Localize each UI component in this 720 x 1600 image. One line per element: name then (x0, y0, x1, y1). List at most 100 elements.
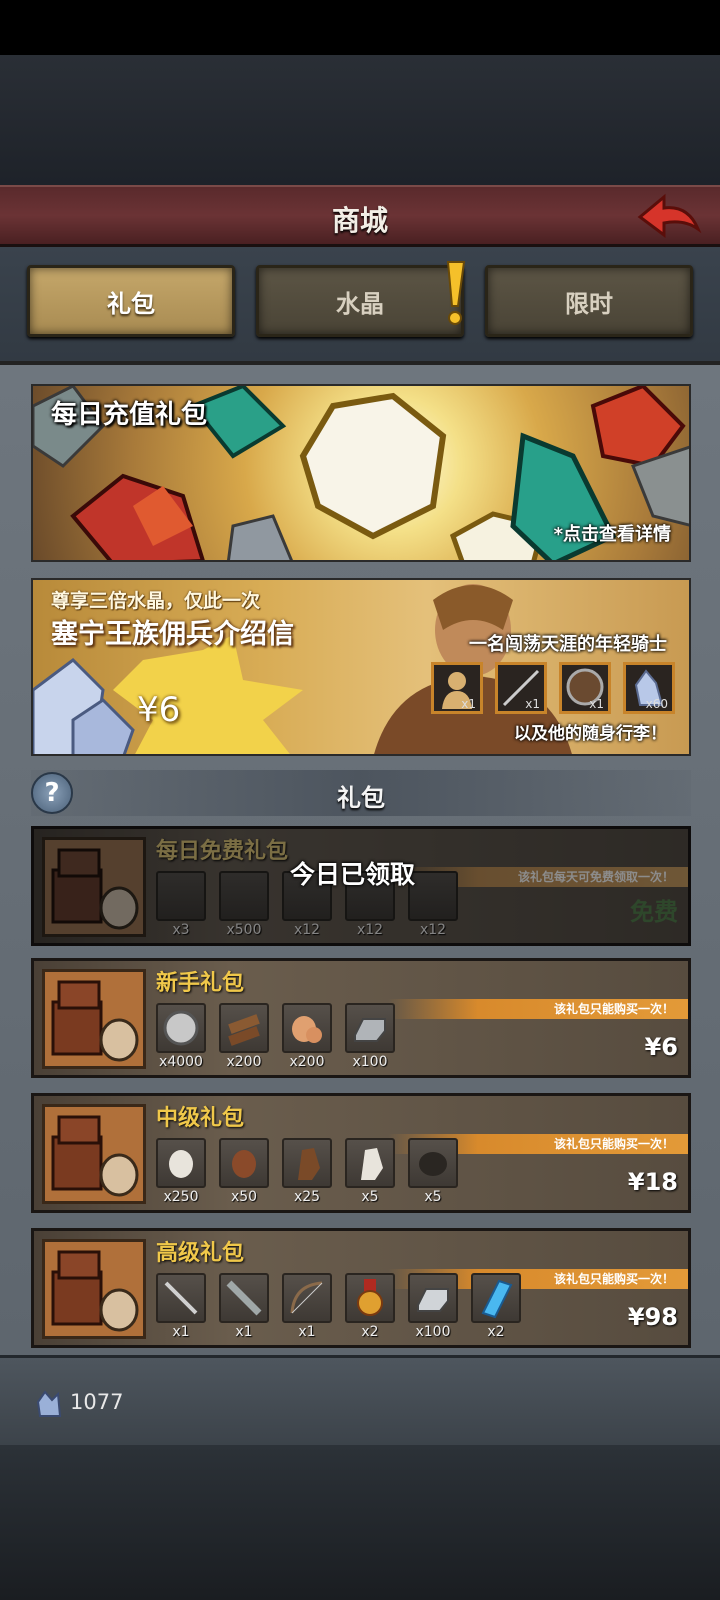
pack-price: ¥98 (627, 1303, 678, 1331)
banner-subtitle: 尊享三倍水晶，仅此一次 (51, 590, 261, 612)
item-qty: x12 (293, 922, 321, 938)
pack-name: 中级礼包 (156, 1106, 245, 1131)
item-qty: x2 (487, 1324, 505, 1340)
tab-limited[interactable]: 限时 (485, 265, 693, 337)
item-qty: x200 (289, 1054, 325, 1070)
item-qty: x100 (352, 1054, 388, 1070)
claimed-status: 今日已领取 (290, 860, 416, 889)
brown-horse-icon (282, 1138, 332, 1188)
medal-icon (345, 1273, 395, 1323)
tab-label: 限时 (565, 289, 613, 318)
currency-bar: 1077 (0, 1355, 720, 1445)
tab-label: 水晶 (336, 289, 384, 318)
silver-coin-icon (156, 1003, 206, 1053)
top-backdrop (0, 55, 720, 185)
pack-intermediate[interactable]: 中级礼包 该礼包只能购买一次！ x250 x50 x25 x5 x5 ¥18 (31, 1093, 691, 1213)
reward-qty: x1 (589, 697, 604, 711)
item-qty: x50 (230, 1189, 258, 1205)
pack-price: 免费 (630, 898, 678, 926)
banner-detail-note: *点击查看详情 (553, 524, 671, 545)
item-qty: x4000 (159, 1054, 203, 1070)
pack-ribbon: 该礼包只能购买一次！ (388, 999, 688, 1019)
pack-item: x100 (345, 1003, 395, 1070)
pack-price: ¥6 (644, 1033, 678, 1061)
pack-item: x5 (345, 1138, 395, 1205)
crate-sack-icon (42, 837, 146, 937)
shield-icon: x1 (559, 662, 611, 714)
pack-item: x200 (282, 1003, 332, 1070)
item-qty: x25 (293, 1189, 321, 1205)
pack-item: x2 (345, 1273, 395, 1340)
daily-recharge-banner[interactable]: 每日充值礼包 *点击查看详情 (31, 384, 691, 562)
item-qty: x5 (361, 1189, 379, 1205)
banner-knight-text: 一名闯荡天涯的年轻骑士 (469, 634, 667, 655)
cow-icon (219, 1138, 269, 1188)
banner-price: ¥6 (137, 690, 181, 730)
reward-qty: x60 (645, 697, 668, 711)
item-qty: x5 (424, 1189, 442, 1205)
food-icon (282, 1003, 332, 1053)
pack-price: ¥18 (627, 1168, 678, 1196)
banner-follow-text: 以及他的随身行李！ (514, 724, 667, 744)
pack-item: x250 (156, 1138, 206, 1205)
iron-ingot-icon (408, 871, 458, 921)
pack-name: 新手礼包 (156, 971, 245, 996)
item-qty: x2 (361, 1324, 379, 1340)
banner-reward-list: x1 x1 x1 x60 (431, 662, 675, 714)
sword-icon (156, 1273, 206, 1323)
bow-icon (282, 1273, 332, 1323)
banner-title: 每日充值礼包 (51, 400, 208, 430)
crystal-icon (36, 1390, 62, 1417)
mercenary-icon: x1 (431, 662, 483, 714)
crate-sack-icon (42, 969, 146, 1069)
pack-item-list: x4000 x200 x200 x100 (156, 1003, 395, 1070)
greatsword-icon (219, 1273, 269, 1323)
back-arrow-icon[interactable] (636, 193, 702, 243)
pack-item-list: x250 x50 x25 x5 x5 (156, 1138, 458, 1205)
iron-ingot-icon (408, 1273, 458, 1323)
pack-name: 高级礼包 (156, 1241, 245, 1266)
pack-item: x5 (408, 1138, 458, 1205)
tab-crystal[interactable]: 水晶 (256, 265, 464, 337)
reward-qty: x1 (461, 697, 476, 711)
black-sheep-icon (408, 1138, 458, 1188)
tab-gift-pack[interactable]: 礼包 (27, 265, 235, 337)
pack-item: x500 (219, 871, 269, 938)
item-qty: x12 (419, 922, 447, 938)
item-qty: x12 (356, 922, 384, 938)
reward-qty: x1 (525, 697, 540, 711)
tab-label: 礼包 (107, 289, 155, 318)
crystal-ore-icon (156, 871, 206, 921)
pack-item: x100 (408, 1273, 458, 1340)
crate-sack-icon (42, 1239, 146, 1339)
pack-item: x4000 (156, 1003, 206, 1070)
mercenary-letter-banner[interactable]: 尊享三倍水晶，仅此一次 塞宁王族佣兵介绍信 ¥6 一名闯荡天涯的年轻骑士 x1 … (31, 578, 691, 756)
crystal-icon: x60 (623, 662, 675, 714)
silver-coin-icon (219, 871, 269, 921)
iron-ingot-icon (345, 1003, 395, 1053)
pack-item: x1 (219, 1273, 269, 1340)
spear-icon: x1 (495, 662, 547, 714)
item-qty: x250 (163, 1189, 199, 1205)
pack-name: 每日免费礼包 (156, 839, 289, 864)
wood-icon (219, 1003, 269, 1053)
bottom-backdrop (0, 1445, 720, 1600)
item-qty: x3 (172, 922, 190, 938)
pack-advanced[interactable]: 高级礼包 该礼包只能购买一次！ x1 x1 x1 x2 x100 x2 ¥98 (31, 1228, 691, 1348)
pack-item: x1 (156, 1273, 206, 1340)
pack-beginner[interactable]: 新手礼包 该礼包只能购买一次！ x4000 x200 x200 x100 ¥6 (31, 958, 691, 1078)
pack-item-list: x1 x1 x1 x2 x100 x2 (156, 1273, 521, 1340)
white-horse-icon (345, 1138, 395, 1188)
pack-item: x12 (408, 871, 458, 938)
item-qty: x500 (226, 922, 262, 938)
exclamation-alert-icon (446, 261, 466, 325)
item-qty: x1 (298, 1324, 316, 1340)
title-bar: 商城 (0, 185, 720, 247)
pack-item: x50 (219, 1138, 269, 1205)
item-qty: x1 (235, 1324, 253, 1340)
status-bar-area (0, 0, 720, 55)
sheep-icon (156, 1138, 206, 1188)
crystal-count: 1077 (70, 1390, 124, 1414)
page-title: 商城 (331, 204, 388, 237)
item-qty: x1 (172, 1324, 190, 1340)
